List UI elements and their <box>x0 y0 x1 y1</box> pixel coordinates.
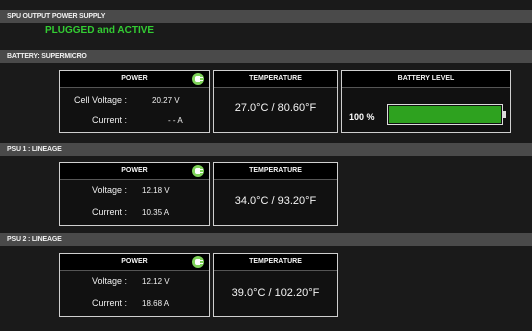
psu1-current-label: Current : <box>91 207 127 217</box>
psu1-temp-title: TEMPERATURE <box>249 167 302 174</box>
battery-current-label: Current : <box>91 115 127 125</box>
psu1-voltage-label: Voltage : <box>91 185 127 195</box>
psu1-voltage-value: 12.18 V <box>142 186 170 195</box>
battery-level-title-bar: BATTERY LEVEL <box>342 71 510 88</box>
psu1-power-title-bar: POWER <box>60 163 209 180</box>
battery-level-text: 100 % <box>349 112 375 122</box>
psu2-voltage-value: 12.12 V <box>142 277 170 286</box>
spu-status-text: PLUGGED and ACTIVE <box>45 25 155 36</box>
psu1-power-panel: POWER Voltage : 12.18 V Current : 10.35 … <box>59 162 210 226</box>
psu1-temp-value: 34.0°C / 93.20°F <box>234 195 317 207</box>
battery-voltage-label: Cell Voltage : <box>73 95 127 105</box>
psu2-power-panel: POWER Voltage : 12.12 V Current : 18.68 … <box>59 253 210 317</box>
psu1-temperature-panel: TEMPERATURE 34.0°C / 93.20°F <box>213 162 338 226</box>
psu2-current-value: 18.68 A <box>142 299 170 308</box>
psu2-temp-title: TEMPERATURE <box>249 258 302 265</box>
battery-temp-value: 27.0°C / 80.60°F <box>234 102 317 114</box>
battery-level-bar <box>387 104 503 125</box>
battery-level-fill <box>389 106 501 123</box>
battery-terminal-icon <box>503 111 506 118</box>
plug-icon <box>192 165 204 177</box>
battery-current-value: - - A <box>168 116 183 125</box>
psu2-temp-value: 39.0°C / 102.20°F <box>231 287 320 299</box>
psu1-power-title: POWER <box>121 167 148 174</box>
plug-icon <box>192 256 204 268</box>
psu2-power-title: POWER <box>121 258 148 265</box>
psu2-temperature-panel: TEMPERATURE 39.0°C / 102.20°F <box>213 253 338 317</box>
battery-temp-title: TEMPERATURE <box>249 75 302 82</box>
psu2-section-header: PSU 2 : LINEAGE <box>0 233 532 246</box>
spu-section-header: SPU OUTPUT POWER SUPPLY <box>0 10 532 23</box>
psu2-voltage-label: Voltage : <box>91 276 127 286</box>
battery-power-panel: POWER Cell Voltage : 20.27 V Current : -… <box>59 70 210 133</box>
battery-voltage-value: 20.27 V <box>152 96 180 105</box>
psu1-temp-title-bar: TEMPERATURE <box>214 163 337 180</box>
plug-icon <box>192 73 204 85</box>
psu1-section-header: PSU 1 : LINEAGE <box>0 143 532 156</box>
battery-temp-title-bar: TEMPERATURE <box>214 71 337 88</box>
battery-power-title: POWER <box>121 75 148 82</box>
battery-level-panel: BATTERY LEVEL 100 % <box>341 70 511 133</box>
psu1-current-value: 10.35 A <box>142 208 170 217</box>
battery-section-header: BATTERY: SUPERMICRO <box>0 50 532 63</box>
battery-temperature-panel: TEMPERATURE 27.0°C / 80.60°F <box>213 70 338 133</box>
battery-level-title: BATTERY LEVEL <box>397 75 455 82</box>
battery-power-title-bar: POWER <box>60 71 209 88</box>
psu2-power-title-bar: POWER <box>60 254 209 271</box>
psu2-current-label: Current : <box>91 298 127 308</box>
psu2-temp-title-bar: TEMPERATURE <box>214 254 337 271</box>
